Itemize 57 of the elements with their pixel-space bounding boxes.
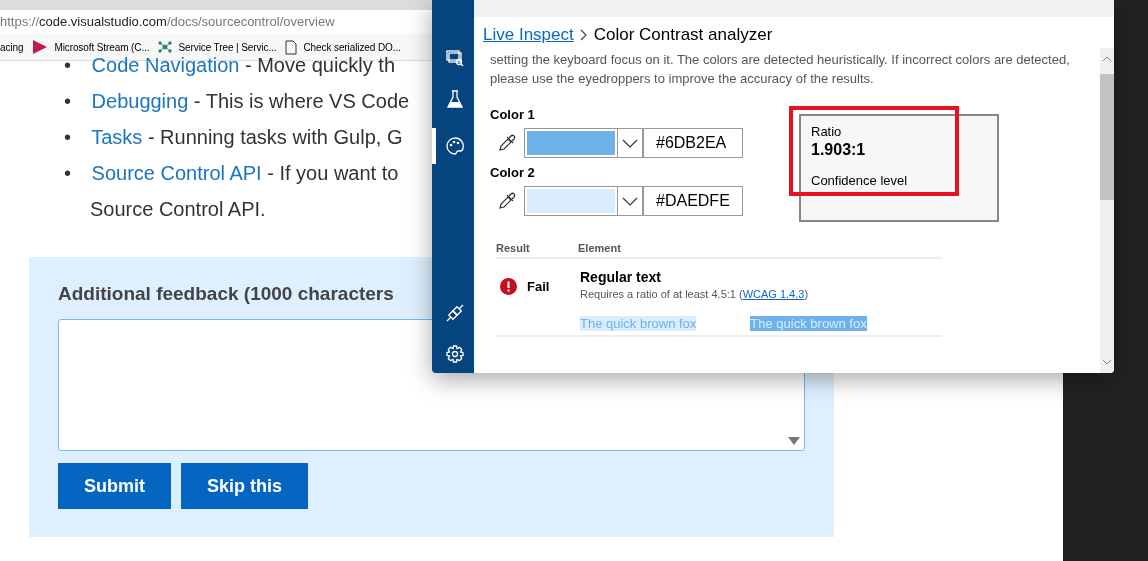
column-header: Element [578,242,621,254]
feedback-label: Additional feedback (1000 characters [58,283,394,305]
color-label: Color 1 [490,107,536,122]
bookmark-link[interactable]: acing [0,41,24,53]
sample-text: The quick brown fox [580,316,697,331]
network-icon [158,40,173,54]
element-name: Regular text [580,269,662,285]
plug-icon [446,304,464,322]
doc-link[interactable]: Code Navigation [91,54,240,76]
chevron-right-icon [579,29,588,41]
scroll-up-icon[interactable] [1102,56,1112,62]
doc-text: Source Control API. [90,197,266,222]
scroll-down-icon[interactable] [1102,359,1112,365]
color-dropdown[interactable] [524,186,643,216]
resize-icon [788,437,800,445]
eyedropper-icon[interactable] [498,134,516,152]
result-text: Fail [527,278,550,294]
flask-icon [447,90,463,108]
bullet: • [64,89,72,114]
scrollbar[interactable] [1100,48,1114,373]
wcag-link[interactable]: WCAG 1.4.3 [742,288,805,300]
breadcrumb-link[interactable]: Live Inspect [483,25,574,45]
chevron-down-icon [622,138,638,148]
play-icon [32,40,49,54]
palette-icon [446,137,464,155]
bullet: • [64,161,72,186]
error-icon [500,277,517,295]
ratio-label: Ratio [811,124,843,139]
hex-field[interactable]: #6DB2EA [643,128,743,158]
page-icon [285,39,298,55]
bookmark-link[interactable]: Microsoft Stream (C... [54,41,150,53]
settings-icon [446,345,464,363]
doc-link[interactable]: Source Control API [91,162,262,184]
page-title: Color Contrast analyzer [593,25,773,45]
feedback-button[interactable]: Skip this [181,463,308,509]
bullet: • [64,125,72,150]
bookmark-link[interactable]: Service Tree | Servic... [178,41,277,53]
doc-link[interactable]: Debugging [91,90,189,112]
doc-link[interactable]: Tasks [91,126,143,148]
doc-text: Source Control API - If you want to [91,162,399,184]
hex-field[interactable]: #DAEDFE [643,186,743,216]
doc-text: Debugging - This is where VS Code [91,90,410,112]
inspect-icon [446,49,464,67]
eyedropper-icon[interactable] [498,192,516,210]
ratio-value: 1.903:1 [811,141,867,159]
confidence-label: Confidence level [811,173,909,188]
description-text: setting the keyboard focus on it. The colors are detected heuristically. If incorrect colors are detected, please use the eyedroppers to improve the accuracy of the results. [490,51,1070,88]
sample-text: The quick brown fox [750,316,867,331]
chevron-down-icon [622,196,638,206]
doc-text: Tasks - Running tasks with Gulp, G [91,126,403,148]
column-header: Result [496,242,531,254]
bookmark-link[interactable]: Check serialized DO... [303,41,401,53]
requirement-text: Requires a ratio of at least 4.5:1 (WCAG 1.4.3) [580,288,810,300]
color-label: Color 2 [490,165,536,180]
doc-text: Code Navigation - Move quickly th [91,54,396,76]
feedback-button[interactable]: Submit [58,463,171,509]
color-dropdown[interactable] [524,128,643,158]
